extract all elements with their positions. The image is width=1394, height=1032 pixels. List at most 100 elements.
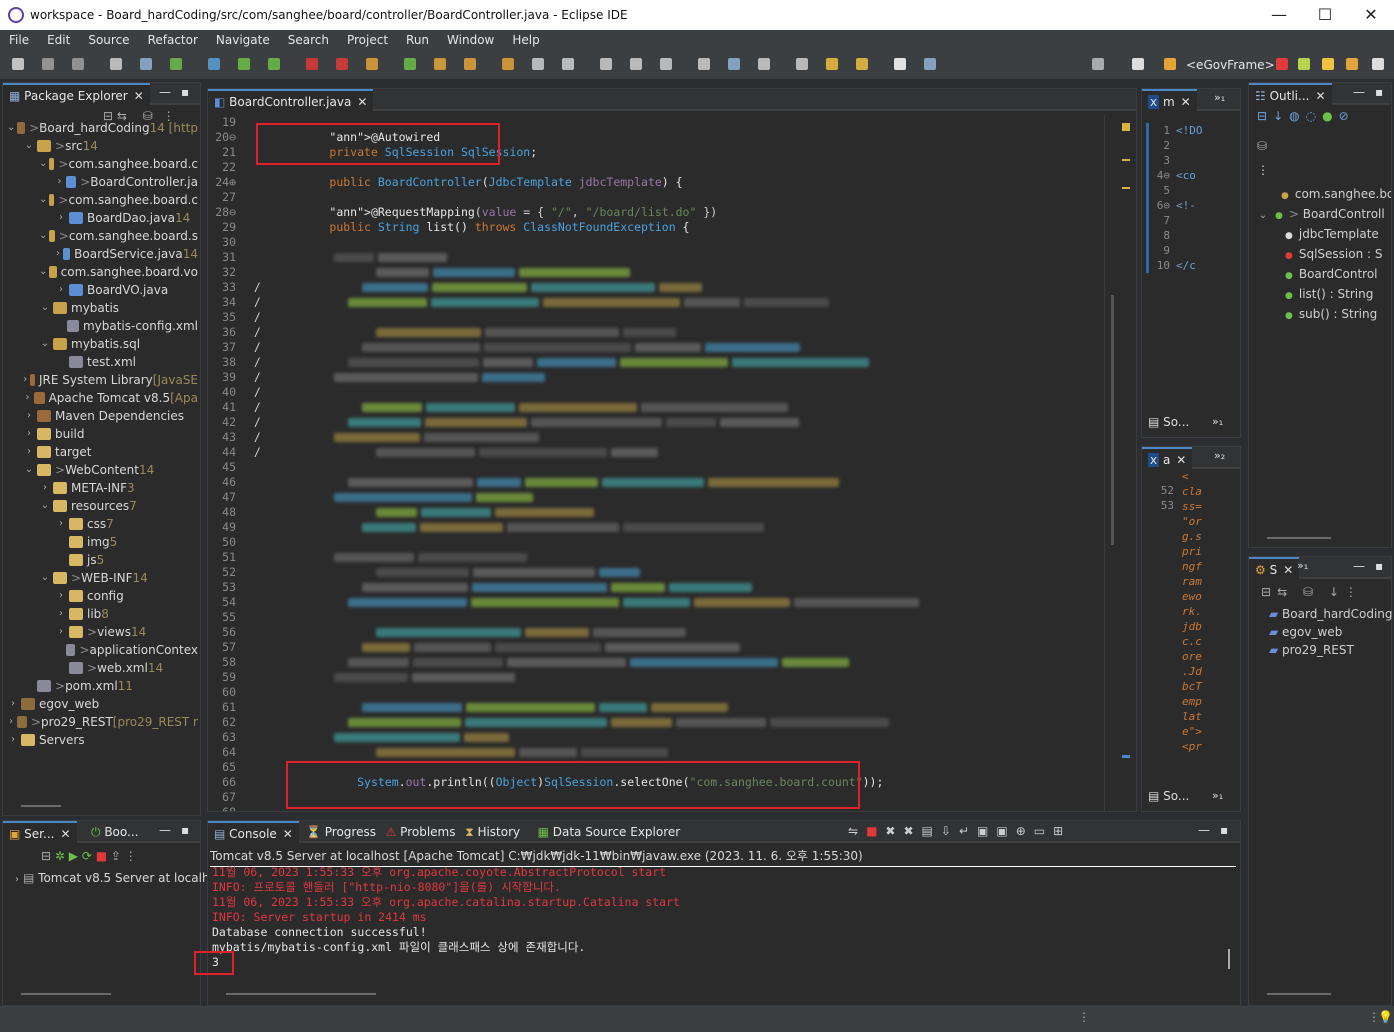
tree-item[interactable]: › Servers bbox=[7, 731, 198, 749]
collapsed-icon[interactable]: › bbox=[23, 371, 28, 389]
code-line-redacted[interactable]: 32 bbox=[208, 265, 1122, 280]
tree-item[interactable]: js 5 bbox=[7, 551, 198, 569]
display-console-icon[interactable]: ▭ bbox=[1034, 824, 1053, 838]
menu-project[interactable]: Project bbox=[338, 33, 397, 47]
menu-edit[interactable]: Edit bbox=[38, 33, 79, 47]
project-item[interactable]: ▰ Board_hardCoding bbox=[1269, 605, 1393, 623]
tree-item[interactable]: > applicationContex bbox=[7, 641, 198, 659]
toolbar-new-icon[interactable] bbox=[12, 58, 24, 70]
h-scrollbar[interactable] bbox=[1267, 993, 1331, 995]
tree-item[interactable]: › Maven Dependencies bbox=[7, 407, 198, 425]
code-line-redacted[interactable]: 52 bbox=[208, 565, 1122, 580]
java-ee-perspective-icon[interactable] bbox=[1276, 58, 1288, 70]
maximize-view-icon[interactable]: ▪ bbox=[1375, 559, 1383, 573]
tree-item[interactable]: › BoardService.java 14 bbox=[7, 245, 198, 263]
code-text[interactable]: ram bbox=[1182, 574, 1222, 589]
tree-item[interactable]: › css 7 bbox=[7, 515, 198, 533]
maximize-view-icon[interactable]: ▪ bbox=[1220, 823, 1228, 837]
collapsed-icon[interactable]: › bbox=[55, 209, 67, 227]
code-line[interactable]: 24⊕ public BoardController(JdbcTemplate … bbox=[208, 175, 1122, 190]
collapsed-icon[interactable]: › bbox=[55, 173, 64, 191]
collapsed-icon[interactable]: › bbox=[23, 389, 32, 407]
outline-item[interactable]: ● jdbcTemplate bbox=[1257, 225, 1391, 245]
resource-perspective-icon[interactable] bbox=[1322, 58, 1334, 70]
code-text[interactable]: c.c bbox=[1182, 634, 1222, 649]
mini-code-line[interactable]: 1 <!DO bbox=[1146, 123, 1236, 138]
project-item[interactable]: ▰ egov_web bbox=[1269, 623, 1393, 641]
expanded-icon[interactable]: ⌄ bbox=[39, 299, 51, 317]
vertical-scrollbar[interactable] bbox=[1104, 115, 1120, 811]
tree-item[interactable]: › BoardVO.java bbox=[7, 281, 198, 299]
expanded-icon[interactable]: ⌄ bbox=[23, 461, 35, 479]
tree-item[interactable]: ⌄ > com.sanghee.board.s bbox=[7, 227, 198, 245]
collapsed-icon[interactable]: › bbox=[23, 443, 35, 461]
minimize-view-icon[interactable]: — bbox=[1353, 559, 1365, 573]
tree-item[interactable]: › > views 14 bbox=[7, 623, 198, 641]
collapsed-icon[interactable]: › bbox=[55, 245, 61, 263]
close-window-button[interactable]: ✕ bbox=[1348, 0, 1394, 30]
egov-perspective-icon[interactable] bbox=[1164, 58, 1176, 70]
tree-item[interactable]: › > pro29_REST [pro29_REST r bbox=[7, 713, 198, 731]
code-text[interactable]: ngf bbox=[1182, 559, 1222, 574]
toolbar-next-annotation-icon[interactable] bbox=[758, 58, 770, 70]
mini-code-line[interactable]: 4⊖ <co bbox=[1146, 168, 1236, 183]
search-toolbar-icon[interactable] bbox=[1092, 58, 1104, 70]
tree-item[interactable]: ⌄ resources 7 bbox=[7, 497, 198, 515]
code-line-redacted[interactable]: 53 bbox=[208, 580, 1122, 595]
show-stdout-icon[interactable]: ▣ bbox=[977, 824, 996, 838]
tree-item[interactable]: ⌄ > src 14 bbox=[7, 137, 198, 155]
code-line-redacted[interactable]: 62 bbox=[208, 715, 1122, 730]
outline-item[interactable]: ● sub() : String bbox=[1257, 305, 1391, 325]
code-line-redacted[interactable]: 39 / bbox=[208, 370, 1122, 385]
minimize-view-icon[interactable]: — bbox=[1198, 823, 1210, 837]
code-line-redacted[interactable]: 55 bbox=[208, 610, 1122, 625]
code-line-redacted[interactable]: 64 bbox=[208, 745, 1122, 760]
tab-data-source-explorer[interactable]: ▦ Data Source Explorer bbox=[532, 821, 687, 843]
source-tab[interactable]: ▤ So... bbox=[1148, 789, 1189, 803]
maximize-view-icon[interactable]: ▪ bbox=[1375, 85, 1383, 99]
h-scrollbar[interactable] bbox=[226, 993, 376, 995]
tab-mini-m[interactable]: x m ✕ bbox=[1142, 89, 1197, 111]
code-line-redacted[interactable]: 37 / bbox=[208, 340, 1122, 355]
code-text[interactable]: rk. bbox=[1182, 604, 1222, 619]
code-line-redacted[interactable]: 51 bbox=[208, 550, 1122, 565]
h-scrollbar[interactable] bbox=[21, 805, 61, 807]
tree-item[interactable]: test.xml bbox=[7, 353, 198, 371]
code-line-redacted[interactable]: 47 bbox=[208, 490, 1122, 505]
profile-icon[interactable]: ⟳ bbox=[82, 849, 92, 863]
menu-search[interactable]: Search bbox=[279, 33, 338, 47]
more-tabs-icon[interactable]: »₂ bbox=[1214, 449, 1225, 462]
open-console-icon[interactable]: ⊕ bbox=[1016, 824, 1034, 838]
toolbar-skip-breakpoints-icon[interactable] bbox=[170, 58, 182, 70]
tree-item[interactable]: › build bbox=[7, 425, 198, 443]
code-line-redacted[interactable]: 36 / bbox=[208, 325, 1122, 340]
sort-icon[interactable]: ↓ bbox=[1329, 585, 1345, 599]
code-line[interactable]: 30 bbox=[208, 235, 1122, 250]
collapsed-icon[interactable]: › bbox=[39, 479, 51, 497]
code-line-redacted[interactable]: 38 / bbox=[208, 355, 1122, 370]
code-line-redacted[interactable]: 61 bbox=[208, 700, 1122, 715]
menu-source[interactable]: Source bbox=[79, 33, 138, 47]
collapsed-icon[interactable]: › bbox=[23, 425, 35, 443]
tree-item[interactable]: ⌄ > com.sanghee.board.c bbox=[7, 191, 198, 209]
toolbar-forward-icon[interactable] bbox=[856, 58, 868, 70]
code-line-redacted[interactable]: 41 / bbox=[208, 400, 1122, 415]
code-line-redacted[interactable]: 34 / bbox=[208, 295, 1122, 310]
outline-item[interactable]: ● SqlSession : S bbox=[1257, 245, 1391, 265]
tree-item[interactable]: › JRE System Library [JavaSE bbox=[7, 371, 198, 389]
mini-code-line[interactable]: 5 bbox=[1146, 183, 1236, 198]
show-stderr-icon[interactable]: ▣ bbox=[996, 824, 1015, 838]
code-line-redacted[interactable]: 42 / bbox=[208, 415, 1122, 430]
expanded-icon[interactable]: ⌄ bbox=[39, 191, 47, 209]
code-line-redacted[interactable]: 35 / bbox=[208, 310, 1122, 325]
code-text[interactable]: e"> bbox=[1182, 724, 1222, 739]
code-line-redacted[interactable]: 50 bbox=[208, 535, 1122, 550]
code-line-redacted[interactable]: 57 bbox=[208, 640, 1122, 655]
debug-perspective-icon[interactable] bbox=[1298, 58, 1310, 70]
more-tabs-icon[interactable]: »₁ bbox=[1214, 91, 1225, 104]
tree-item[interactable]: ⌄ > com.sanghee.board.c bbox=[7, 155, 198, 173]
code-line-redacted[interactable]: 54 bbox=[208, 595, 1122, 610]
mini-code-line[interactable]: 6⊖ <!- bbox=[1146, 198, 1236, 213]
view-menu-icon[interactable]: ⋮ bbox=[125, 849, 137, 863]
toolbar-link-icon[interactable] bbox=[600, 58, 612, 70]
